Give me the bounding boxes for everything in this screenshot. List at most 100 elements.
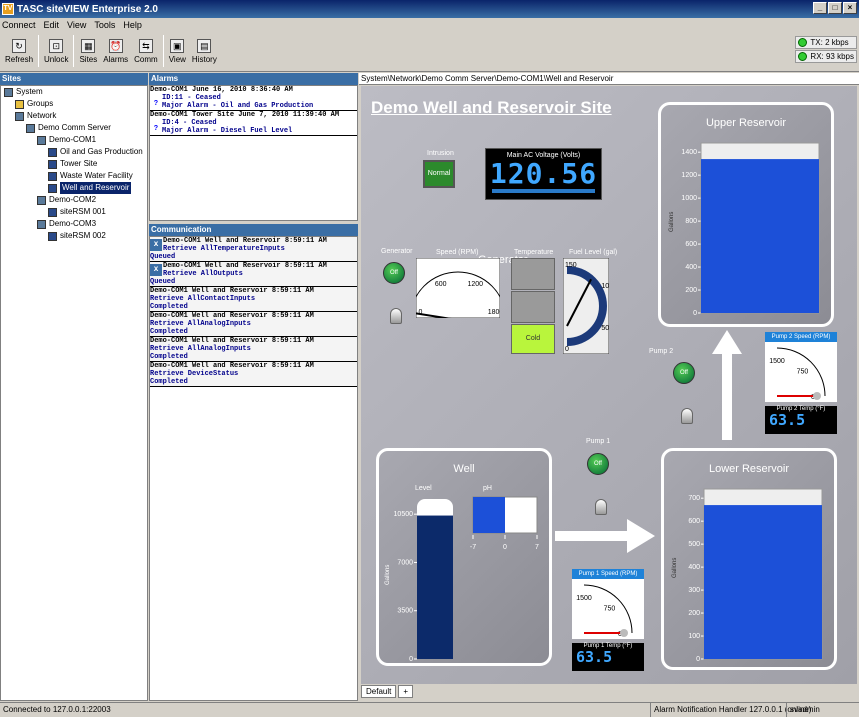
tree-item[interactable]: Tower Site — [1, 158, 147, 170]
toolbar-label: Comm — [134, 54, 158, 64]
network-icon — [15, 111, 24, 121]
comm-item[interactable]: x Demo-COM1 Well and Reservoir 8:59:11 AM… — [150, 262, 357, 287]
tank-level — [417, 515, 453, 659]
comm-title: Demo-COM1 Well and Reservoir 8:59:11 AM — [150, 362, 314, 370]
tank-tick-label: 0 — [696, 656, 700, 663]
toolbar-label: Refresh — [5, 54, 34, 64]
pump-temp-display: Pump 1 Temp (°F) 63.5 — [572, 643, 644, 671]
level-label: Level — [415, 485, 432, 492]
menu-help[interactable]: Help — [123, 20, 142, 30]
comm-icon — [37, 219, 46, 229]
comm-item[interactable]: Demo-COM1 Well and Reservoir 8:59:11 AM R… — [150, 287, 357, 312]
comm-action: Retrieve AllContactInputs — [150, 295, 256, 303]
generator-switch[interactable] — [390, 308, 402, 324]
toolbar-comm-button[interactable]: ⇆ Comm — [131, 32, 161, 70]
comm-status: Completed — [150, 303, 188, 311]
pump-temp-value: 63.5 — [769, 411, 806, 429]
cancel-icon[interactable]: x — [150, 239, 162, 251]
tank-tick-label: 300 — [688, 587, 700, 594]
pump-temp-display: Pump 2 Temp (°F) 63.5 — [765, 406, 837, 434]
toolbar-history-button[interactable]: ▤ History — [189, 32, 220, 70]
alarm-desc: Major Alarm - Oil and Gas Production — [162, 102, 314, 110]
breadcrumb: System\Network\Demo Comm Server\Demo-COM… — [359, 73, 859, 85]
cancel-icon[interactable]: x — [150, 264, 162, 276]
close-button[interactable]: × — [843, 2, 857, 14]
voltage-display: Main AC Voltage (Volts) 120.56 — [485, 148, 602, 200]
tank-tick-label: 10500 — [394, 511, 414, 518]
alarm-item[interactable]: Demo-COM1 June 16, 2010 8:36:40 AM? ID:11… — [150, 86, 357, 111]
tree-item-label: Oil and Gas Production — [60, 147, 143, 156]
comm-item[interactable]: Demo-COM1 Well and Reservoir 8:59:11 AM R… — [150, 337, 357, 362]
right-arrow-icon — [555, 519, 655, 553]
gauge-tick-label: 1500 — [576, 595, 592, 602]
status-bar: Connected to 127.0.0.1:22003 Alarm Notif… — [0, 702, 859, 717]
tree-item-label: Demo-COM3 — [49, 219, 97, 228]
site-icon — [48, 147, 57, 157]
comm-item[interactable]: x Demo-COM1 Well and Reservoir 8:59:11 AM… — [150, 237, 357, 262]
tree-item[interactable]: Groups — [1, 98, 147, 110]
temp-hot-indicator — [511, 258, 555, 290]
menu-tools[interactable]: Tools — [94, 20, 115, 30]
tank-tick-label: 400 — [688, 564, 700, 571]
menu-edit[interactable]: Edit — [44, 20, 60, 30]
pump-speed-label: Pump 2 Speed (RPM) — [765, 332, 837, 342]
tree-item[interactable]: Demo-COM2 — [1, 194, 147, 206]
comm-action: Retrieve AllOutputs — [163, 270, 243, 278]
pump2-speed-gauge: Pump 2 Speed (RPM) 1500 750 0 Pump 2 Temp (°… — [765, 332, 837, 434]
view-icon: ▣ — [170, 38, 185, 53]
toolbar-sites-button[interactable]: ▦ Sites — [76, 32, 100, 70]
tree-item[interactable]: Oil and Gas Production — [1, 146, 147, 158]
connection-status: Connected to 127.0.0.1:22003 — [3, 705, 111, 714]
maximize-button[interactable]: □ — [828, 2, 842, 14]
pump-speed-dial: 15007500 — [572, 579, 644, 639]
tree-item[interactable]: Demo Comm Server — [1, 122, 147, 134]
toolbar-alarms-button[interactable]: ⏰ Alarms — [100, 32, 131, 70]
tank-tick-label: 700 — [688, 495, 700, 502]
sites-header: Sites — [0, 73, 148, 85]
refresh-icon: ↻ — [12, 38, 26, 53]
tree-item[interactable]: siteRSM 001 — [1, 206, 147, 218]
tree-item-label: siteRSM 002 — [60, 231, 106, 240]
tank-unit-label: Gallons — [669, 212, 675, 232]
minimize-button[interactable]: _ — [813, 2, 827, 14]
site-icon — [48, 171, 57, 181]
gauge-hub — [620, 629, 628, 637]
pump2-switch[interactable] — [681, 408, 693, 424]
menu-view[interactable]: View — [67, 20, 86, 30]
generator-label: Generator — [381, 248, 413, 255]
menu-bar: Connect Edit View Tools Help — [0, 18, 859, 32]
tree-item[interactable]: Network — [1, 110, 147, 122]
alarm-item[interactable]: Demo-COM1 Tower Site June 7, 2010 11:39:… — [150, 111, 357, 136]
speed-gauge: 060012001800 — [416, 258, 500, 318]
tank-tick-label: 1200 — [681, 172, 697, 179]
tree-item[interactable]: Waste Water Facility — [1, 170, 147, 182]
toolbar-view-button[interactable]: ▣ View — [166, 32, 189, 70]
comm-status: Completed — [150, 353, 188, 361]
toolbar-refresh-button[interactable]: ↻ Refresh — [2, 32, 36, 70]
alarm-id: ID:11 - Ceased — [162, 94, 221, 102]
up-arrow-icon — [712, 330, 742, 440]
gauge-tick-label: 1500 — [769, 358, 785, 365]
toolbar-unlock-button[interactable]: ⊡ Unlock — [41, 32, 71, 70]
intrusion-indicator: Normal — [423, 160, 455, 188]
upper-reservoir-tank: Gallons 1400 1200 1000 800 600 400 200 0 — [669, 142, 820, 317]
tree-item[interactable]: System — [1, 86, 147, 98]
tree-item[interactable]: Demo-COM3 — [1, 218, 147, 230]
tank-tick-label: 0 — [693, 310, 697, 317]
tab-add[interactable]: + — [398, 685, 414, 698]
comm-item[interactable]: Demo-COM1 Well and Reservoir 8:59:11 AM R… — [150, 362, 357, 387]
tank-tick-label: 1000 — [681, 195, 697, 202]
comm-detail: Demo-COM1 Well and Reservoir 8:59:11 AM R… — [150, 287, 314, 303]
pump1-switch[interactable] — [595, 499, 607, 515]
comm-action: Retrieve DeviceStatus — [150, 370, 239, 378]
tree-item[interactable]: Demo-COM1 — [1, 134, 147, 146]
comm-detail: Demo-COM1 Well and Reservoir 8:59:11 AM R… — [150, 312, 314, 328]
tree-item[interactable]: Well and Reservoir — [1, 182, 147, 194]
comm-item[interactable]: Demo-COM1 Well and Reservoir 8:59:11 AM R… — [150, 312, 357, 337]
menu-connect[interactable]: Connect — [2, 20, 36, 30]
window-title: TASC siteVIEW Enterprise 2.0 — [17, 3, 158, 15]
tab-default[interactable]: Default — [361, 685, 397, 698]
rx-rate: RX: 93 kbps — [795, 50, 857, 63]
tank-tick-label: 600 — [688, 518, 700, 525]
tree-item[interactable]: siteRSM 002 — [1, 230, 147, 242]
